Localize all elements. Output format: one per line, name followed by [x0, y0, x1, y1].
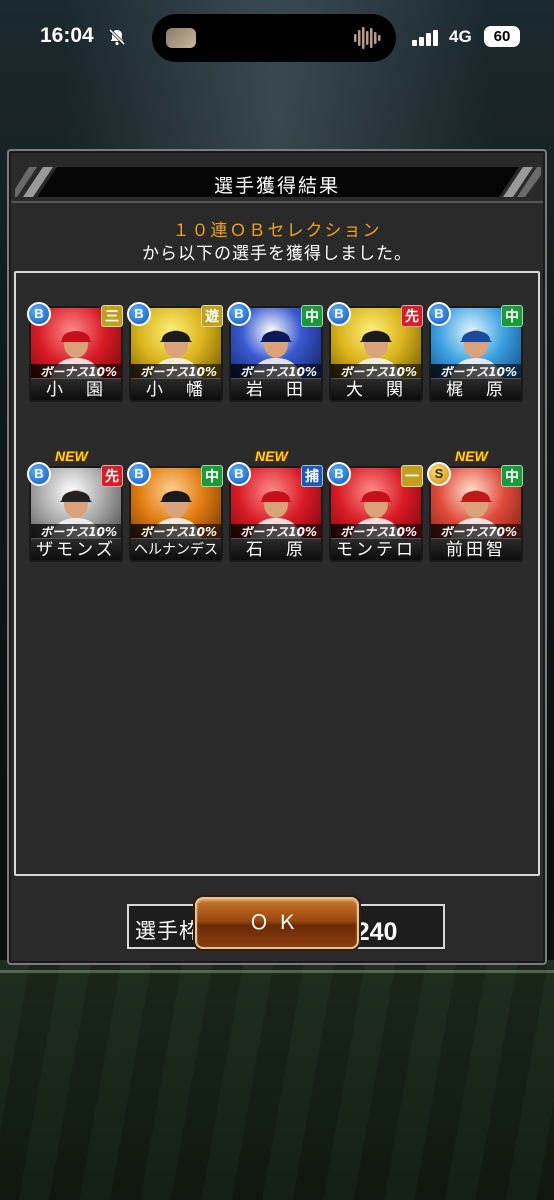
result-message: から以下の選手を獲得しました。	[142, 244, 412, 264]
status-bar: 16:04 4G 60	[0, 0, 554, 76]
position-badge: 中	[501, 465, 523, 487]
rank-badge: B	[327, 462, 351, 486]
player-name: 岩 田	[231, 378, 321, 400]
position-badge: 中	[201, 465, 223, 487]
acquisition-result-dialog: 選手獲得結果 １０連ＯＢセレクション から以下の選手を獲得しました。 ボーナス1…	[7, 149, 547, 965]
audio-waveform-icon	[354, 27, 381, 49]
player-name: 梶 原	[431, 378, 521, 400]
now-playing-thumbnail	[166, 28, 196, 48]
rank-badge: B	[227, 302, 251, 326]
rank-badge: B	[127, 462, 151, 486]
rank-badge: B	[127, 302, 151, 326]
position-badge: 三	[101, 305, 123, 327]
rank-badge: S	[427, 462, 451, 486]
network-type: 4G	[449, 27, 472, 46]
cellular-signal-icon	[412, 30, 438, 46]
player-card-panel: ボーナス10% 小 園 B 三ボーナス10% 小 幡 B 遊ボーナス10% 岩 田 B 中ボーナス…	[14, 271, 540, 949]
new-tag: NEW	[55, 448, 88, 464]
gacha-name: １０連ＯＢセレクション	[172, 221, 382, 241]
new-tag: NEW	[455, 448, 488, 464]
title-divider	[11, 201, 543, 203]
dynamic-island	[152, 14, 396, 62]
rank-badge: B	[227, 462, 251, 486]
position-badge: 中	[301, 305, 323, 327]
position-badge: 捕	[301, 465, 323, 487]
player-name: 小 園	[31, 378, 121, 400]
position-badge: 中	[501, 305, 523, 327]
rank-badge: B	[427, 302, 451, 326]
player-name: 前田智	[431, 538, 521, 560]
position-badge: 一	[401, 465, 423, 487]
battery-indicator: 60	[484, 26, 520, 47]
status-time: 16:04	[40, 24, 94, 47]
player-name: モンテロ	[331, 538, 421, 560]
player-name: 小 幡	[131, 378, 221, 400]
stadium-field	[0, 960, 554, 1200]
player-name: ザモンズ	[31, 538, 121, 560]
position-badge: 遊	[201, 305, 223, 327]
position-badge: 先	[101, 465, 123, 487]
new-tag: NEW	[255, 448, 288, 464]
player-name: 大 関	[331, 378, 421, 400]
rank-badge: B	[27, 462, 51, 486]
rank-badge: B	[327, 302, 351, 326]
rank-badge: B	[27, 302, 51, 326]
field-line	[0, 970, 554, 973]
dialog-title: 選手獲得結果	[213, 175, 340, 197]
position-badge: 先	[401, 305, 423, 327]
ok-button[interactable]: ＯＫ	[195, 897, 359, 949]
bell-muted-icon	[108, 28, 126, 46]
player-name: 石 原	[231, 538, 321, 560]
player-name: ヘルナンデス	[131, 538, 221, 560]
